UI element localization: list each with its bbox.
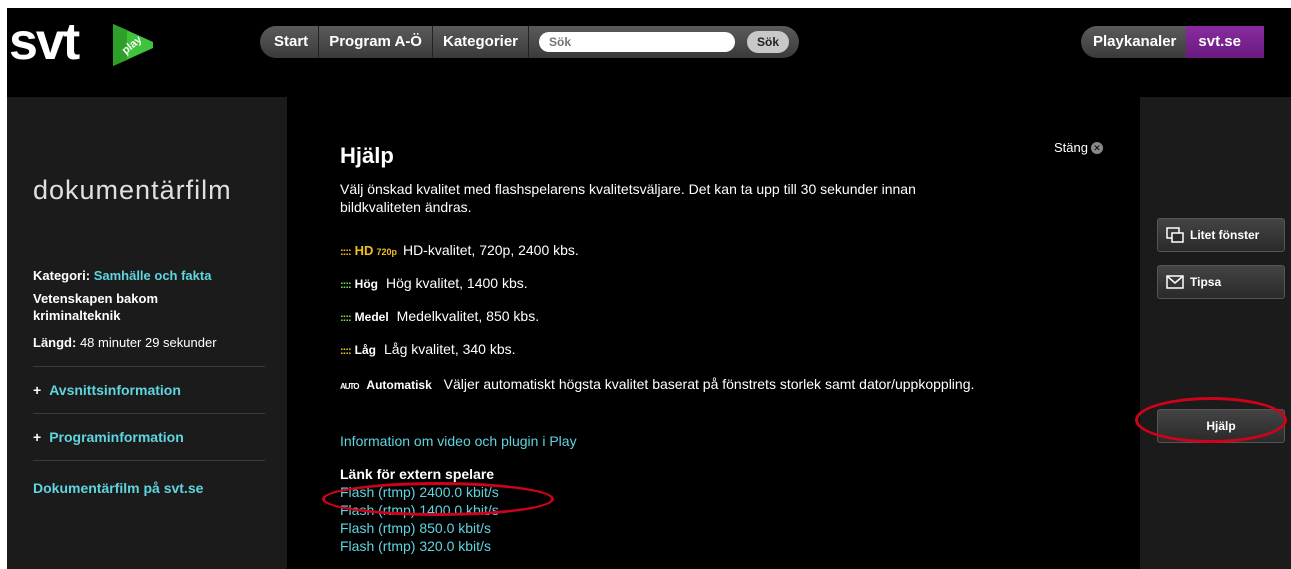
quality-bars-icon: :::: bbox=[340, 246, 352, 258]
quality-bars-icon: :::: bbox=[340, 279, 352, 291]
category-label: Kategori: bbox=[33, 268, 91, 283]
plus-icon: + bbox=[33, 429, 42, 445]
length-value: 48 minuter 29 sekunder bbox=[79, 335, 217, 350]
quality-sub: 720p bbox=[376, 247, 397, 257]
help-button[interactable]: Hjälp bbox=[1157, 409, 1285, 443]
dokumentarfilm-svt-link[interactable]: Dokumentärfilm på svt.se bbox=[33, 480, 203, 496]
divider bbox=[33, 366, 265, 367]
quality-bars-icon: :::: bbox=[340, 312, 352, 324]
quality-hog-row: :::: Hög Hög kvalitet, 1400 kbs. bbox=[340, 275, 528, 291]
external-link-1400[interactable]: Flash (rtmp) 1400.0 kbit/s bbox=[340, 502, 499, 518]
expander-avsnittsinformation[interactable]: + Avsnittsinformation bbox=[33, 382, 181, 398]
program-sidebar: dokumentärfilm Kategori: Samhälle och fa… bbox=[7, 97, 287, 569]
small-window-label: Litet fönster bbox=[1190, 228, 1260, 242]
tip-label: Tipsa bbox=[1190, 275, 1222, 289]
help-panel: Hjälp Stäng ✕ Välj önskad kvalitet med f… bbox=[287, 97, 1140, 569]
program-title: dokumentärfilm bbox=[33, 175, 232, 205]
info-video-plugin-link[interactable]: Information om video och plugin i Play bbox=[340, 433, 577, 449]
quality-label: Låg bbox=[354, 343, 376, 357]
quality-desc: Medelkvalitet, 850 kbs. bbox=[396, 308, 540, 324]
external-player-title: Länk för extern spelare bbox=[340, 466, 495, 482]
divider bbox=[33, 460, 265, 461]
help-title: Hjälp bbox=[340, 143, 394, 168]
quality-label: HD bbox=[354, 243, 374, 258]
search-input[interactable] bbox=[539, 32, 736, 52]
main-nav: Start Program A-Ö Kategorier Sök bbox=[260, 26, 800, 58]
length-row: Längd: 48 minuter 29 sekunder bbox=[33, 335, 217, 350]
quality-desc: Väljer automatiskt högsta kvalitet baser… bbox=[443, 376, 975, 392]
category-link[interactable]: Samhälle och fakta bbox=[94, 268, 212, 283]
quality-lag-row: :::: Låg Låg kvalitet, 340 kbs. bbox=[340, 341, 516, 357]
divider bbox=[33, 413, 265, 414]
quality-desc: Hög kvalitet, 1400 kbs. bbox=[385, 275, 528, 291]
quality-desc: Låg kvalitet, 340 kbs. bbox=[384, 341, 516, 357]
quality-label: Hög bbox=[354, 277, 378, 291]
close-icon: ✕ bbox=[1090, 141, 1103, 154]
right-nav: Playkanaler svt.se bbox=[1081, 26, 1265, 58]
expander-label: Programinformation bbox=[49, 429, 184, 445]
svt-se-button[interactable]: svt.se bbox=[1186, 26, 1265, 58]
external-link-2400[interactable]: Flash (rtmp) 2400.0 kbit/s bbox=[340, 484, 499, 500]
length-label: Längd: bbox=[33, 335, 77, 350]
quality-hd-row: :::: HD 720p HD-kvalitet, 720p, 2400 kbs… bbox=[340, 242, 579, 258]
svt-play-app: svt play Start Program A-Ö Kategorier Sö… bbox=[7, 8, 1291, 569]
close-label: Stäng bbox=[1054, 140, 1088, 155]
search-bar: Sök bbox=[529, 26, 800, 58]
external-link-320[interactable]: Flash (rtmp) 320.0 kbit/s bbox=[340, 538, 491, 554]
search-button[interactable]: Sök bbox=[747, 31, 790, 53]
quality-label: Medel bbox=[354, 310, 389, 324]
quality-label: Automatisk bbox=[366, 378, 432, 392]
nav-kategorier[interactable]: Kategorier bbox=[432, 26, 530, 58]
quality-auto-row: AUTO Automatisk Väljer automatiskt högst… bbox=[340, 375, 980, 396]
quality-medel-row: :::: Medel Medelkvalitet, 850 kbs. bbox=[340, 308, 539, 324]
auto-icon: AUTO bbox=[340, 382, 360, 391]
small-window-button[interactable]: Litet fönster bbox=[1157, 218, 1285, 252]
logo-text: svt bbox=[9, 13, 80, 71]
nav-program-a-o[interactable]: Program A-Ö bbox=[319, 26, 433, 58]
expander-label: Avsnittsinformation bbox=[49, 382, 181, 398]
envelope-icon bbox=[1166, 275, 1184, 289]
expander-programinformation[interactable]: + Programinformation bbox=[33, 429, 184, 445]
help-intro: Välj önskad kvalitet med flashspelarens … bbox=[340, 181, 916, 215]
close-button[interactable]: Stäng ✕ bbox=[1054, 140, 1103, 155]
small-window-icon bbox=[1166, 227, 1184, 243]
tip-button[interactable]: Tipsa bbox=[1157, 265, 1285, 299]
episode-title: Vetenskapen bakom kriminalteknik bbox=[33, 291, 158, 323]
quality-desc: HD-kvalitet, 720p, 2400 kbs. bbox=[402, 242, 579, 258]
category-row: Kategori: Samhälle och fakta bbox=[33, 268, 211, 283]
plus-icon: + bbox=[33, 382, 42, 398]
playkanaler-button[interactable]: Playkanaler bbox=[1081, 26, 1187, 58]
quality-bars-icon: :::: bbox=[340, 345, 352, 357]
external-link-850[interactable]: Flash (rtmp) 850.0 kbit/s bbox=[340, 520, 491, 536]
player-tools-sidebar: Litet fönster Tipsa Hjälp bbox=[1140, 97, 1291, 569]
nav-start[interactable]: Start bbox=[260, 26, 320, 58]
play-logo-icon: play bbox=[113, 24, 153, 66]
